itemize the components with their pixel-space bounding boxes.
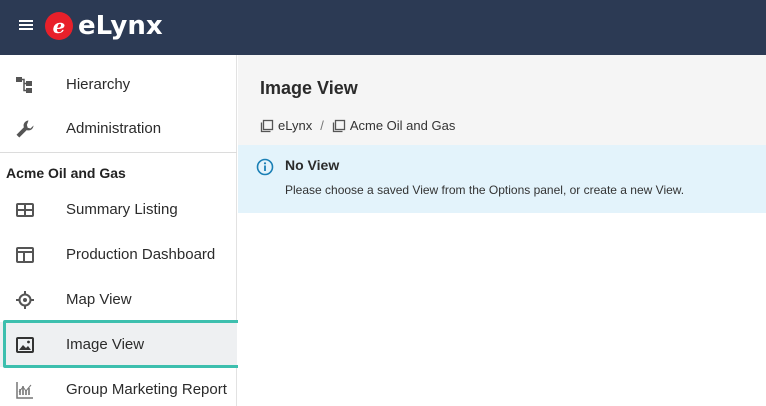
sidebar-item-group-marketing-report[interactable]: Group Marketing Report [0,367,237,406]
page-title: Image View [260,78,358,98]
sidebar-item-label: Hierarchy [66,76,131,93]
hamburger-menu-icon[interactable] [17,17,37,33]
sidebar-item-label: Production Dashboard [66,246,216,263]
wrench-icon [14,118,36,140]
sidebar-item-label: Group Marketing Report [66,381,227,398]
sidebar-item-administration[interactable]: Administration [0,106,237,151]
report-chart-icon [14,379,36,401]
breadcrumb-label: Acme Oil and Gas [349,118,456,133]
copy-icon [332,119,345,132]
sidebar-item-map-view[interactable]: Map View [0,277,237,322]
top-bar: e eLynx [0,0,766,55]
sidebar-item-label: Map View [66,291,132,308]
sidebar-item-production-dashboard[interactable]: Production Dashboard [0,232,237,277]
breadcrumb-item-acme-oil-and-gas[interactable]: Acme Oil and Gas [332,118,456,133]
section-label: Acme Oil and Gas [6,165,126,181]
no-view-notice: No View Please choose a saved View from … [238,145,766,213]
hierarchy-icon [14,74,36,96]
info-icon [256,158,274,176]
page-header: Image View eLynx / Acme Oil and Gas [238,55,766,145]
highlight-box [3,320,241,368]
dashboard-icon [14,244,36,266]
main-content: Image View eLynx / Acme Oil and Gas No V… [238,55,766,406]
breadcrumb: eLynx / Acme Oil and Gas [260,118,455,133]
logo-mark: e [45,12,73,40]
notice-message: Please choose a saved View from the Opti… [285,183,685,197]
breadcrumb-label: eLynx [278,118,313,133]
table-icon [14,199,36,221]
breadcrumb-separator: / [320,118,324,133]
elynx-logo[interactable]: e eLynx [45,8,163,44]
sidebar-item-summary-listing[interactable]: Summary Listing [0,187,237,232]
sidebar-item-label: Summary Listing [66,201,178,218]
breadcrumb-item-elynx[interactable]: eLynx [260,118,312,133]
copy-icon [260,119,274,132]
map-target-icon [14,289,36,311]
logo-text: eLynx [78,11,163,41]
notice-title: No View [285,157,340,173]
section-divider [0,152,237,153]
sidebar-item-label: Administration [66,120,162,137]
sidebar-item-hierarchy[interactable]: Hierarchy [0,62,237,107]
